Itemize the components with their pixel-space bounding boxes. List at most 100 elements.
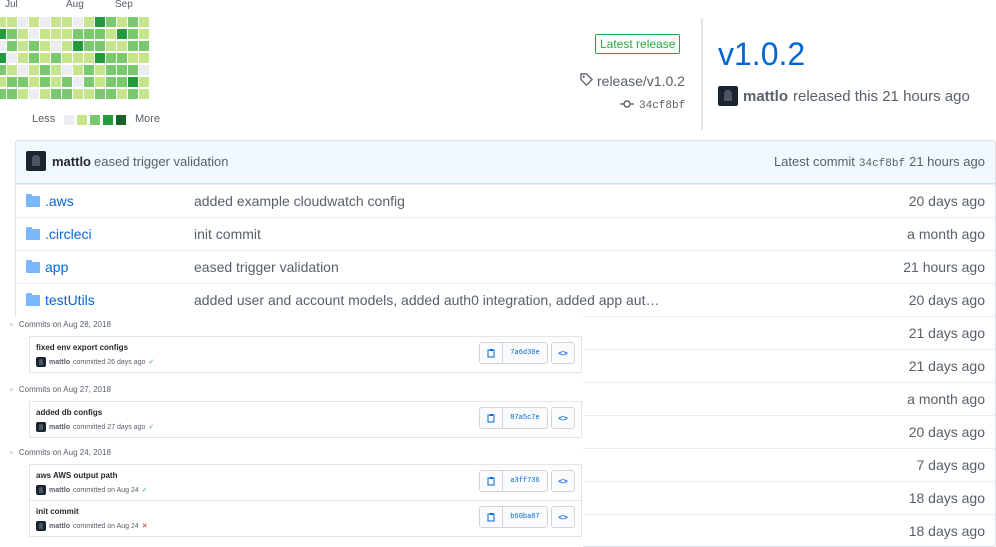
contribution-day[interactable]: [106, 41, 116, 51]
contribution-day[interactable]: [29, 17, 39, 27]
contribution-day[interactable]: [73, 65, 83, 75]
contribution-day[interactable]: [84, 89, 94, 99]
contribution-day[interactable]: [128, 77, 138, 87]
contribution-day[interactable]: [18, 41, 28, 51]
contribution-day[interactable]: [18, 29, 28, 39]
contribution-day[interactable]: [51, 17, 61, 27]
file-row[interactable]: .aws added example cloudwatch config 20 da…: [16, 184, 995, 218]
contribution-day[interactable]: [73, 89, 83, 99]
contribution-day[interactable]: [139, 89, 149, 99]
file-commit-message[interactable]: added example cloudwatch config: [194, 193, 405, 209]
release-author[interactable]: mattlo: [743, 88, 788, 105]
contribution-day[interactable]: [84, 65, 94, 75]
contribution-day[interactable]: [51, 29, 61, 39]
contribution-day[interactable]: [29, 89, 39, 99]
contribution-day[interactable]: [95, 29, 105, 39]
contribution-day[interactable]: [7, 17, 17, 27]
contribution-day[interactable]: [0, 65, 6, 75]
contribution-day[interactable]: [0, 41, 6, 51]
contribution-day[interactable]: [95, 77, 105, 87]
avatar[interactable]: [36, 357, 46, 367]
contribution-day[interactable]: [117, 53, 127, 63]
contribution-day[interactable]: [117, 77, 127, 87]
contribution-day[interactable]: [51, 65, 61, 75]
clipboard-icon[interactable]: [480, 343, 503, 363]
contribution-day[interactable]: [51, 89, 61, 99]
commit-title[interactable]: aws AWS output path: [36, 471, 117, 480]
contribution-day[interactable]: [95, 41, 105, 51]
release-tag[interactable]: release/v1.0.2: [580, 73, 685, 89]
commit-sha-button[interactable]: a3ff736: [503, 471, 547, 491]
file-row[interactable]: testUtils added user and account models, …: [16, 283, 995, 317]
contribution-day[interactable]: [62, 77, 72, 87]
contribution-day[interactable]: [139, 41, 149, 51]
contribution-day[interactable]: [62, 53, 72, 63]
contribution-day[interactable]: [40, 89, 50, 99]
contribution-day[interactable]: [84, 29, 94, 39]
contribution-day[interactable]: [40, 65, 50, 75]
contribution-day[interactable]: [106, 65, 116, 75]
contribution-day[interactable]: [40, 41, 50, 51]
file-name[interactable]: .circleci: [45, 226, 92, 242]
check-icon[interactable]: ✓: [148, 423, 154, 431]
contribution-day[interactable]: [29, 41, 39, 51]
contribution-day[interactable]: [117, 65, 127, 75]
check-icon[interactable]: ✓: [148, 358, 154, 366]
contribution-day[interactable]: [29, 65, 39, 75]
contribution-day[interactable]: [84, 77, 94, 87]
contribution-day[interactable]: [128, 29, 138, 39]
code-icon[interactable]: <>: [551, 506, 575, 528]
commit-title[interactable]: added db configs: [36, 408, 102, 417]
file-commit-message[interactable]: init commit: [194, 226, 261, 242]
clipboard-icon[interactable]: [480, 507, 503, 527]
contribution-day[interactable]: [84, 41, 94, 51]
contribution-day[interactable]: [128, 41, 138, 51]
avatar[interactable]: [36, 521, 46, 531]
contribution-day[interactable]: [95, 65, 105, 75]
avatar[interactable]: [36, 485, 46, 495]
contribution-day[interactable]: [62, 65, 72, 75]
contribution-day[interactable]: [73, 29, 83, 39]
contribution-day[interactable]: [128, 89, 138, 99]
contribution-day[interactable]: [128, 17, 138, 27]
contribution-day[interactable]: [7, 77, 17, 87]
contribution-day[interactable]: [40, 17, 50, 27]
file-commit-message[interactable]: eased trigger validation: [194, 259, 339, 275]
avatar[interactable]: [36, 422, 46, 432]
file-name[interactable]: .aws: [45, 193, 74, 209]
file-name[interactable]: testUtils: [45, 292, 95, 308]
contribution-day[interactable]: [139, 65, 149, 75]
file-commit-message[interactable]: added user and account models, added aut…: [194, 292, 659, 308]
contribution-day[interactable]: [18, 17, 28, 27]
contribution-day[interactable]: [0, 29, 6, 39]
contribution-day[interactable]: [139, 29, 149, 39]
latest-commit-sha[interactable]: 34cf8bf: [859, 158, 905, 170]
contribution-day[interactable]: [7, 89, 17, 99]
contribution-day[interactable]: [128, 65, 138, 75]
contribution-day[interactable]: [62, 17, 72, 27]
code-icon[interactable]: <>: [551, 407, 575, 429]
contribution-day[interactable]: [62, 89, 72, 99]
commit-author[interactable]: mattlo: [49, 487, 70, 494]
contribution-day[interactable]: [18, 65, 28, 75]
contribution-day[interactable]: [40, 77, 50, 87]
contribution-day[interactable]: [106, 29, 116, 39]
contribution-day[interactable]: [106, 17, 116, 27]
contribution-day[interactable]: [29, 77, 39, 87]
contribution-day[interactable]: [51, 53, 61, 63]
clipboard-icon[interactable]: [480, 471, 503, 491]
check-icon[interactable]: ✓: [142, 486, 148, 494]
contribution-day[interactable]: [117, 41, 127, 51]
file-name[interactable]: app: [45, 259, 68, 275]
contribution-day[interactable]: [106, 77, 116, 87]
commit-title[interactable]: init commit: [36, 507, 79, 516]
contribution-day[interactable]: [84, 17, 94, 27]
code-icon[interactable]: <>: [551, 342, 575, 364]
commit-sha-button[interactable]: 87a5c7e: [503, 408, 547, 428]
contribution-day[interactable]: [40, 29, 50, 39]
contribution-day[interactable]: [0, 17, 6, 27]
file-row[interactable]: .circleci init commit a month ago: [16, 217, 995, 251]
contribution-day[interactable]: [73, 41, 83, 51]
contribution-day[interactable]: [18, 53, 28, 63]
code-icon[interactable]: <>: [551, 470, 575, 492]
